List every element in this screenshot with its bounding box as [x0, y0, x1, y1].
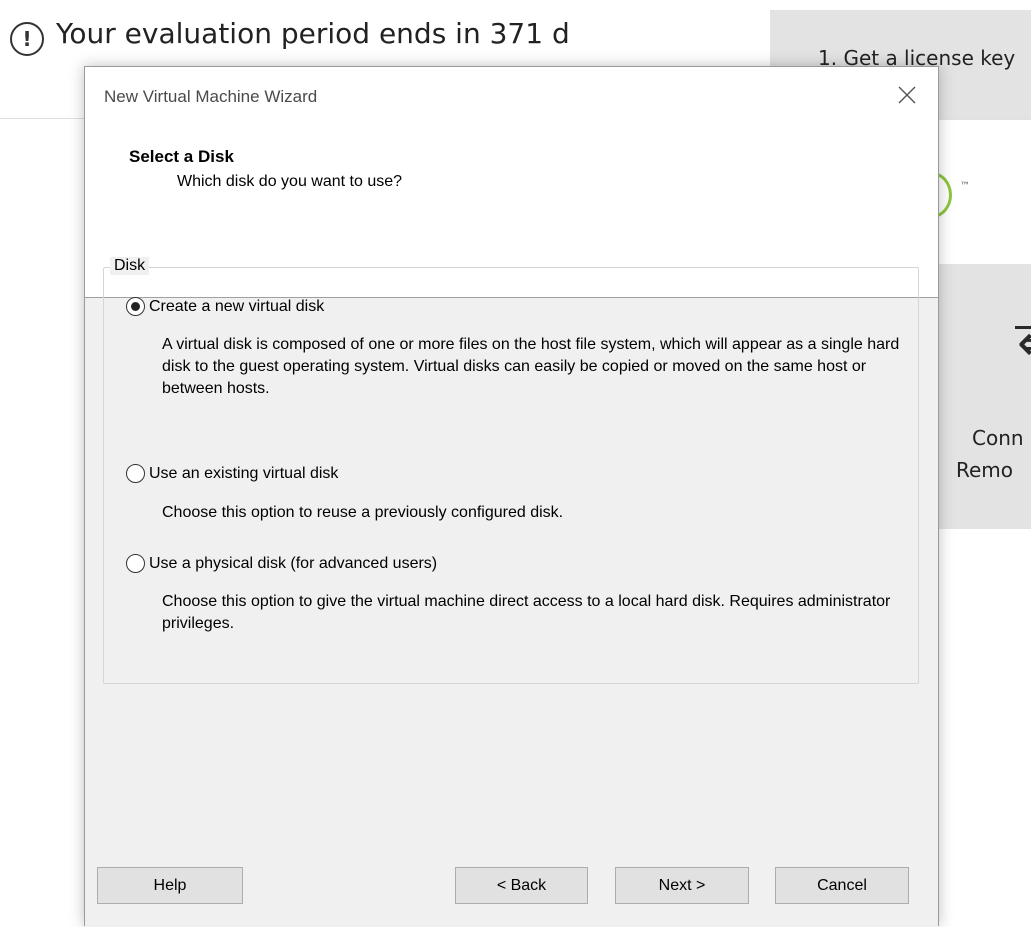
option-label: Create a new virtual disk — [149, 297, 325, 315]
close-icon[interactable] — [893, 81, 921, 109]
evaluation-notice: Your evaluation period ends in 371 d — [56, 17, 570, 50]
dialog-title: New Virtual Machine Wizard — [104, 87, 318, 106]
group-label: Disk — [110, 257, 150, 275]
alert-icon: ! — [10, 22, 44, 56]
cancel-button[interactable]: Cancel — [775, 867, 909, 904]
remote-tile-label: Conn Remo — [956, 426, 1024, 482]
disk-groupbox: Disk Create a new virtual disk A virtual… — [103, 257, 919, 684]
new-vm-wizard-dialog: New Virtual Machine Wizard Select a Disk… — [84, 66, 939, 927]
option-description: Choose this option to reuse a previously… — [162, 504, 564, 521]
option-description: Choose this option to give the virtual m… — [162, 593, 891, 632]
radio-use-physical[interactable] — [126, 554, 145, 573]
back-button[interactable]: < Back — [455, 867, 588, 904]
option-use-physical-disk[interactable]: Use a physical disk (for advanced users) — [126, 554, 437, 573]
arrow-left-icon: ⇐ — [1017, 318, 1031, 368]
radio-use-existing[interactable] — [126, 464, 145, 483]
option-description: A virtual disk is composed of one or mor… — [162, 336, 900, 397]
dialog-titlebar: New Virtual Machine Wizard — [85, 67, 938, 131]
radio-create-new[interactable] — [126, 297, 145, 316]
option-label: Use a physical disk (for advanced users) — [149, 554, 438, 572]
step-title: Select a Disk — [129, 147, 234, 166]
option-use-existing-disk[interactable]: Use an existing virtual disk — [126, 464, 338, 483]
option-create-new-disk[interactable]: Create a new virtual disk — [126, 297, 324, 316]
option-label: Use an existing virtual disk — [149, 464, 339, 482]
trademark-mark: ™ — [960, 181, 970, 192]
next-button[interactable]: Next > — [615, 867, 749, 904]
connect-remote-tile[interactable]: ⇐ Conn Remo — [937, 264, 1031, 529]
help-button[interactable]: Help — [97, 867, 243, 904]
step-subtitle: Which disk do you want to use? — [177, 173, 403, 190]
